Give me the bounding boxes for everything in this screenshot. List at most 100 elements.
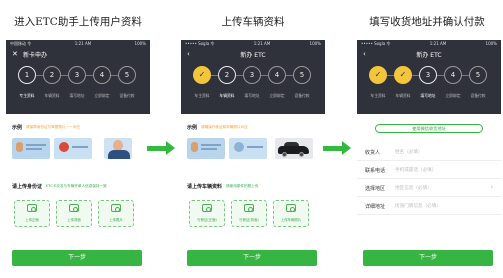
carrier: ••••• Sogla 令 xyxy=(185,41,215,46)
example-section-title: 示例 请确保行驶证和车辆照片对应 xyxy=(181,124,325,131)
upload-hint: 请使用原件拍照上传 xyxy=(226,184,259,188)
field-placeholder[interactable]: 街道门牌信息（必填） xyxy=(395,203,441,209)
carrier: ••••• Sogla 令 xyxy=(361,41,391,46)
camera-icon xyxy=(111,204,121,212)
field-region[interactable]: 选择地区 地区信息（必填） › xyxy=(357,179,501,197)
upload-tile-front[interactable]: 上传正面 xyxy=(14,200,50,227)
step-label-5: 设备付款 xyxy=(294,93,310,98)
upload-tile-label: 上传正面 xyxy=(25,218,39,222)
upload-section-title: 请上传身份证 ETC卡实名与车辆开单人信息保持一致 xyxy=(6,183,150,190)
step-progress: 1 2 3 4 5 xyxy=(6,66,150,92)
next-button[interactable]: 下一步 xyxy=(187,250,317,266)
upload-section-title: 请上传车辆资料 请使用原件拍照上传 xyxy=(181,183,325,190)
example-license-front xyxy=(187,138,225,159)
battery: 100% xyxy=(309,41,321,46)
step-2-done: ✓ xyxy=(394,66,412,84)
camera-icon xyxy=(244,204,254,212)
upload-tile-label: 上传车辆照片 xyxy=(280,218,302,222)
step-1-done: ✓ xyxy=(369,66,387,84)
phone-screen-vehicle-info: ••••• Sogla 令 1:21 AM 100% ‹ 新办 ETC ✓ 2 … xyxy=(181,40,325,274)
step-3: 3 xyxy=(419,66,437,84)
nav-bar: ‹ 新办 ETC xyxy=(181,48,325,60)
next-button[interactable]: 下一步 xyxy=(363,250,493,266)
field-label: 选择地区 xyxy=(365,186,386,192)
upload-tile-license-front[interactable]: 行驶证(正面) xyxy=(189,200,225,227)
step-label-2: 车辆资料 xyxy=(395,93,411,98)
step-4: 4 xyxy=(444,66,462,84)
step-5: 5 xyxy=(293,66,311,84)
next-button[interactable]: 下一步 xyxy=(12,250,142,266)
upload-label: 请上传身份证 xyxy=(12,184,43,190)
step-label-4: 立即绑定 xyxy=(445,93,461,98)
battery: 100% xyxy=(134,41,146,46)
wechat-address-button[interactable]: 使用微信收货地址 xyxy=(375,124,483,133)
time: 1:21 AM xyxy=(74,41,92,46)
upload-tile-back[interactable]: 上传背面 xyxy=(56,200,92,227)
caption-step-1: 进入ETC助手上传用户资料 xyxy=(14,16,142,28)
camera-icon xyxy=(286,204,296,212)
page-title: 新办 ETC xyxy=(240,51,266,59)
field-label: 联系电话 xyxy=(365,168,386,174)
example-label: 示例 xyxy=(12,125,23,131)
upload-hint: ETC卡实名与车辆开单人信息保持一致 xyxy=(46,184,107,188)
step-5: 5 xyxy=(469,66,487,84)
step-label-2: 车辆资料 xyxy=(219,93,235,98)
step-label-4: 立即绑定 xyxy=(269,93,285,98)
field-recipient[interactable]: 收货人 姓名（必填） xyxy=(357,143,501,161)
status-bar: 中国移动 令 1:21 AM 100% xyxy=(6,40,150,48)
status-bar: ••••• Sogla 令 1:21 AM 100% xyxy=(181,40,325,48)
step-label-5: 设备付款 xyxy=(119,93,135,98)
upload-tile-label: 上传背面 xyxy=(67,218,81,222)
upload-tile-car[interactable]: 上传车辆照片 xyxy=(273,200,309,227)
step-4: 4 xyxy=(268,66,286,84)
step-labels: 车主资料 车辆资料 填写地址 立即绑定 设备付款 xyxy=(357,93,501,101)
camera-icon xyxy=(27,204,37,212)
example-section-title: 示例 请保障身份证与驾照照片一一对应 xyxy=(6,124,150,131)
field-placeholder[interactable]: 姓名（必填） xyxy=(395,149,423,155)
field-address[interactable]: 详细地址 街道门牌信息（必填） xyxy=(357,197,501,215)
example-hint: 请确保行驶证和车辆照片对应 xyxy=(201,125,248,129)
field-placeholder[interactable]: 手机或座话（必填） xyxy=(395,167,436,173)
back-icon[interactable]: ‹ xyxy=(187,50,190,58)
caption-step-2: 上传车辆资料 xyxy=(221,16,285,28)
flow-root: 进入ETC助手上传用户资料 上传车辆资料 填写收货地址并确认付款 中国移动 令 … xyxy=(0,0,503,278)
step-label-3: 填写地址 xyxy=(244,93,260,98)
example-person-photo xyxy=(104,138,132,159)
close-icon[interactable]: ✕ xyxy=(12,50,18,58)
phone-screen-address: ••••• Sogla 令 1:21 AM 100% ‹ 新办 ETC ✓ ✓ … xyxy=(357,40,501,274)
flow-arrow-right-icon xyxy=(147,141,175,155)
dark-header: ••••• Sogla 令 1:21 AM 100% ‹ 新办 ETC ✓ ✓ … xyxy=(357,40,501,114)
field-phone[interactable]: 联系电话 手机或座话（必填） xyxy=(357,161,501,179)
step-4: 4 xyxy=(93,66,111,84)
step-label-1: 车主资料 xyxy=(194,93,210,98)
page-title: 新卡申办 xyxy=(23,52,48,59)
step-2: 2 xyxy=(218,66,236,84)
example-id-front xyxy=(12,138,50,159)
phone-screen-user-info: 中国移动 令 1:21 AM 100% ✕ 新卡申办 1 2 3 4 5 专主资… xyxy=(6,40,150,274)
flow-arrow-right-icon xyxy=(323,141,351,155)
example-id-back xyxy=(54,138,92,159)
step-label-2: 车辆资料 xyxy=(44,93,60,98)
step-1-done: ✓ xyxy=(193,66,211,84)
field-placeholder[interactable]: 地区信息（必填） xyxy=(395,185,432,191)
step-label-4: 立即绑定 xyxy=(94,93,110,98)
upload-tile-license-back[interactable]: 行驶证(背面) xyxy=(231,200,267,227)
step-label-3: 填写地址 xyxy=(69,93,85,98)
carrier: 中国移动 令 xyxy=(10,41,32,46)
upload-label: 请上传车辆资料 xyxy=(187,184,223,190)
step-5: 5 xyxy=(118,66,136,84)
step-1: 1 xyxy=(18,66,36,84)
caption-step-3: 填写收货地址并确认付款 xyxy=(369,16,485,28)
step-progress: ✓ ✓ 3 4 5 xyxy=(357,66,501,92)
field-label: 收货人 xyxy=(365,150,381,156)
step-label-5: 设备付款 xyxy=(470,93,486,98)
page-title: 新办 ETC xyxy=(416,51,442,59)
step-3: 3 xyxy=(68,66,86,84)
step-label-1: 车主资料 xyxy=(370,93,386,98)
upload-tile-photo[interactable]: 上传照片 xyxy=(98,200,134,227)
step-3: 3 xyxy=(243,66,261,84)
back-icon[interactable]: ‹ xyxy=(363,50,366,58)
dark-header: ••••• Sogla 令 1:21 AM 100% ‹ 新办 ETC ✓ 2 … xyxy=(181,40,325,114)
step-labels: 专主资料 车辆资料 填写地址 立即绑定 设备付款 xyxy=(6,93,150,101)
upload-tile-label: 行驶证(背面) xyxy=(239,218,259,222)
